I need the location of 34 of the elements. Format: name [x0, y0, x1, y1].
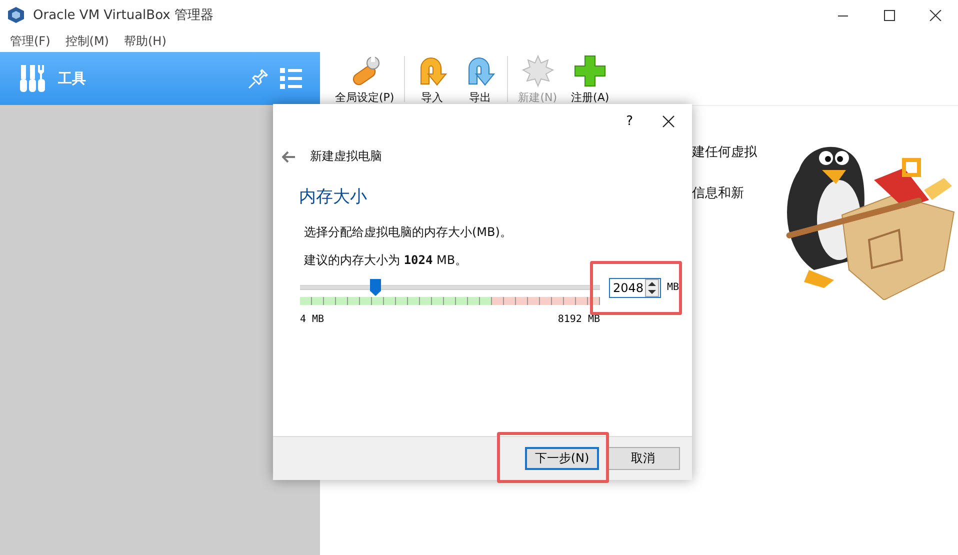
toolbar-button[interactable]: 导入	[408, 52, 456, 105]
maximize-icon	[882, 10, 896, 20]
menu-item[interactable]: 帮助(H)	[118, 32, 172, 50]
pin-icon[interactable]	[246, 68, 268, 88]
dialog-button[interactable]: 下一步(N)	[525, 447, 599, 470]
toolbar-button[interactable]: 导出	[456, 52, 504, 105]
help-button[interactable]: ?	[622, 112, 637, 130]
welcome-text: 信息和新	[692, 185, 745, 202]
scale-label: 8192 MB	[558, 314, 600, 325]
back-button[interactable]	[282, 150, 296, 162]
tools-icon	[18, 64, 46, 93]
plus-icon	[573, 54, 608, 88]
dialog-button[interactable]: 取消	[606, 447, 680, 470]
starburst-icon	[520, 54, 555, 88]
spin-arrows-icon	[646, 280, 658, 296]
sidebar-label: 工具	[58, 70, 87, 88]
memory-spinbox[interactable]: 2048	[609, 278, 661, 298]
description-text: 选择分配给虚拟电脑的内存大小(MB)。	[304, 224, 513, 241]
scale-label: 4 MB	[300, 314, 324, 325]
back-arrow-icon	[282, 150, 296, 162]
app-icon	[7, 6, 25, 24]
menu-item[interactable]: 管理(F)	[4, 32, 56, 50]
menu-item[interactable]: 控制(M)	[59, 32, 115, 50]
close-icon	[662, 114, 675, 128]
slider-thumb[interactable]	[370, 279, 381, 296]
close-icon	[928, 10, 942, 20]
page-heading: 内存大小	[299, 186, 368, 208]
unit-label: MB	[667, 282, 680, 293]
list-icon[interactable]	[280, 68, 302, 89]
toolbar-button[interactable]: 注册(A)	[564, 52, 616, 105]
welcome-text: 建任何虚拟	[692, 144, 757, 161]
dialog-title: 新建虚拟电脑	[310, 148, 382, 165]
recommendation-text: 建议的内存大小为 1024 MB。	[304, 252, 468, 269]
window-title: Oracle VM VirtualBox 管理器	[33, 7, 214, 24]
